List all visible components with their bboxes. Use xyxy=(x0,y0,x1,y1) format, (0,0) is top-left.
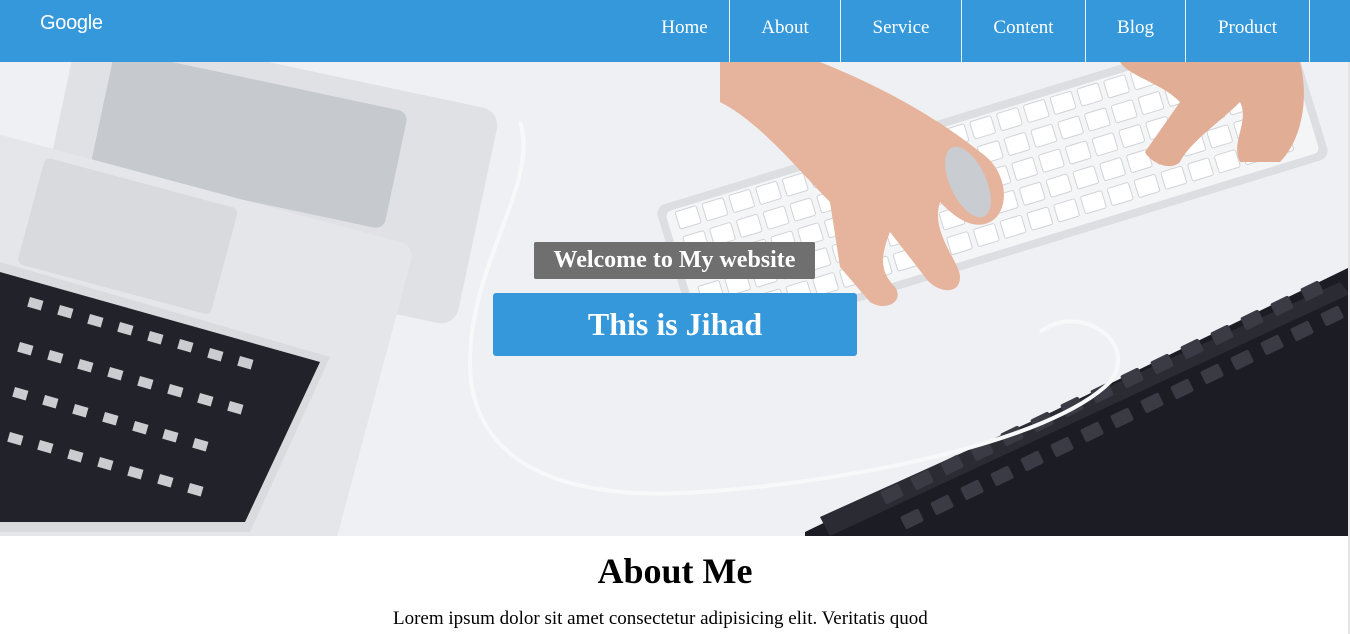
nav-link-blog[interactable]: Blog xyxy=(1086,0,1186,62)
about-heading: About Me xyxy=(597,551,753,591)
nav-link-home[interactable]: Home xyxy=(640,0,730,62)
hero-title-banner: This is Jihad xyxy=(493,293,857,356)
nav-link-content[interactable]: Content xyxy=(962,0,1086,62)
about-paragraph: Lorem ipsum dolor sit amet consectetur a… xyxy=(393,608,928,629)
brand-logo[interactable]: Google xyxy=(40,12,103,35)
hero-subtitle-badge: Welcome to My website xyxy=(534,242,815,279)
about-section: About Me Lorem ipsum dolor sit amet cons… xyxy=(0,536,1350,634)
nav-link-about[interactable]: About xyxy=(730,0,841,62)
hero-banner: Welcome to My website This is Jihad xyxy=(0,62,1350,536)
nav-links: Home About Service Content Blog Product xyxy=(640,0,1310,62)
nav-link-service[interactable]: Service xyxy=(841,0,962,62)
nav-link-product[interactable]: Product xyxy=(1186,0,1310,62)
navbar: Google Home About Service Content Blog P… xyxy=(0,0,1350,62)
